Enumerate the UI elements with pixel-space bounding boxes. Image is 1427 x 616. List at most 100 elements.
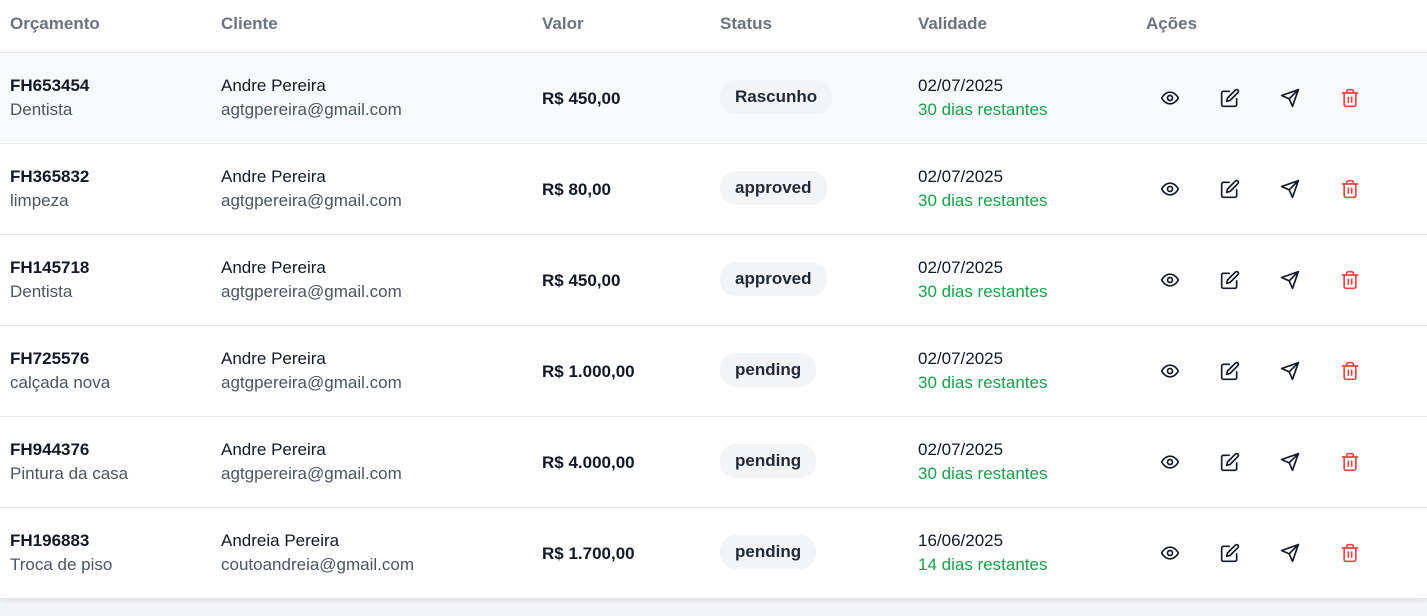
orcamento-descricao: Dentista [10,100,73,119]
cliente-nome: Andre Pereira [221,258,326,277]
orcamento-descricao: Troca de piso [10,555,113,574]
valor: R$ 1.700,00 [542,544,635,563]
eye-icon [1160,361,1180,381]
trash-icon [1340,361,1360,381]
send-button[interactable] [1276,448,1304,476]
send-button[interactable] [1276,266,1304,294]
send-button[interactable] [1276,175,1304,203]
orcamento-id: FH196883 [10,531,90,550]
header-validade[interactable]: Validade [918,14,987,34]
validade-data: 02/07/2025 [918,440,1004,459]
orcamento-id: FH653454 [10,76,90,95]
status-badge: approved [720,171,827,205]
cliente-nome: Andre Pereira [221,76,326,95]
edit-icon [1220,270,1240,290]
validade-cell: 02/07/2025 30 dias restantes [918,167,1047,211]
orcamento-descricao: limpeza [10,191,69,210]
view-button[interactable] [1156,175,1184,203]
cliente-email: agtgpereira@gmail.com [221,282,402,301]
status-badge: approved [720,262,827,296]
table-row[interactable]: FH653454 Dentista Andre Pereira agtgpereira… [0,53,1427,144]
edit-icon [1220,543,1240,563]
trash-icon [1340,179,1360,199]
view-button[interactable] [1156,266,1184,294]
orcamento-cell: FH653454 Dentista [10,76,89,120]
orcamento-id: FH145718 [10,258,90,277]
header-cliente[interactable]: Cliente [221,14,278,34]
orcamento-descricao: calçada nova [10,373,111,392]
send-icon [1280,270,1300,290]
validade-data: 02/07/2025 [918,349,1004,368]
view-button[interactable] [1156,448,1184,476]
valor: R$ 450,00 [542,271,621,290]
orcamento-cell: FH365832 limpeza [10,167,89,211]
edit-button[interactable] [1216,448,1244,476]
status-cell: pending [720,353,817,387]
status-badge: pending [720,535,817,569]
validade-data: 02/07/2025 [918,76,1004,95]
edit-button[interactable] [1216,266,1244,294]
header-valor[interactable]: Valor [542,14,584,34]
status-cell: approved [720,171,827,205]
header-acoes: Ações [1146,14,1198,33]
eye-icon [1160,88,1180,108]
trash-icon [1340,270,1360,290]
validade-cell: 16/06/2025 14 dias restantes [918,531,1047,575]
validade-data: 16/06/2025 [918,531,1004,550]
eye-icon [1160,543,1180,563]
header-orcamento[interactable]: Orçamento [10,14,100,34]
delete-button[interactable] [1336,448,1364,476]
trash-icon [1340,452,1360,472]
send-button[interactable] [1276,539,1304,567]
edit-icon [1220,88,1240,108]
delete-button[interactable] [1336,175,1364,203]
eye-icon [1160,270,1180,290]
dias-restantes: 30 dias restantes [918,191,1048,210]
edit-button[interactable] [1216,539,1244,567]
cliente-nome: Andre Pereira [221,440,326,459]
table-row[interactable]: FH725576 calçada nova Andre Pereira agtgper… [0,326,1427,417]
view-button[interactable] [1156,539,1184,567]
send-icon [1280,543,1300,563]
orcamento-id: FH725576 [10,349,90,368]
cliente-email: agtgpereira@gmail.com [221,464,402,483]
valor: R$ 450,00 [542,89,621,108]
orcamento-id: FH365832 [10,167,90,186]
status-badge: Rascunho [720,80,833,114]
delete-button[interactable] [1336,539,1364,567]
cliente-nome: Andre Pereira [221,349,326,368]
delete-button[interactable] [1336,357,1364,385]
view-button[interactable] [1156,357,1184,385]
send-button[interactable] [1276,357,1304,385]
orcamento-id: FH944376 [10,440,90,459]
dias-restantes: 30 dias restantes [918,282,1048,301]
orcamento-cell: FH944376 Pintura da casa [10,440,128,484]
edit-button[interactable] [1216,175,1244,203]
cliente-cell: Andre Pereira agtgpereira@gmail.com [221,440,402,484]
table-row[interactable]: FH145718 Dentista Andre Pereira agtgpereira… [0,235,1427,326]
send-button[interactable] [1276,84,1304,112]
header-status[interactable]: Status [720,14,772,34]
valor: R$ 80,00 [542,180,611,199]
table-row[interactable]: FH365832 limpeza Andre Pereira agtgpereira@… [0,144,1427,235]
delete-button[interactable] [1336,84,1364,112]
orcamento-cell: FH145718 Dentista [10,258,89,302]
eye-icon [1160,179,1180,199]
cliente-cell: Andre Pereira agtgpereira@gmail.com [221,167,402,211]
orcamento-descricao: Dentista [10,282,73,301]
cliente-email: agtgpereira@gmail.com [221,100,402,119]
table-row[interactable]: FH944376 Pintura da casa Andre Pereira agtg… [0,417,1427,508]
edit-button[interactable] [1216,357,1244,385]
send-icon [1280,452,1300,472]
valor: R$ 4.000,00 [542,453,635,472]
cliente-nome: Andre Pereira [221,167,326,186]
edit-button[interactable] [1216,84,1244,112]
validade-data: 02/07/2025 [918,258,1004,277]
valor: R$ 1.000,00 [542,362,635,381]
delete-button[interactable] [1336,266,1364,294]
view-button[interactable] [1156,84,1184,112]
dias-restantes: 30 dias restantes [918,100,1048,119]
orcamento-cell: FH725576 calçada nova [10,349,110,393]
table-row[interactable]: FH196883 Troca de piso Andreia Pereira cout… [0,508,1427,599]
send-icon [1280,179,1300,199]
